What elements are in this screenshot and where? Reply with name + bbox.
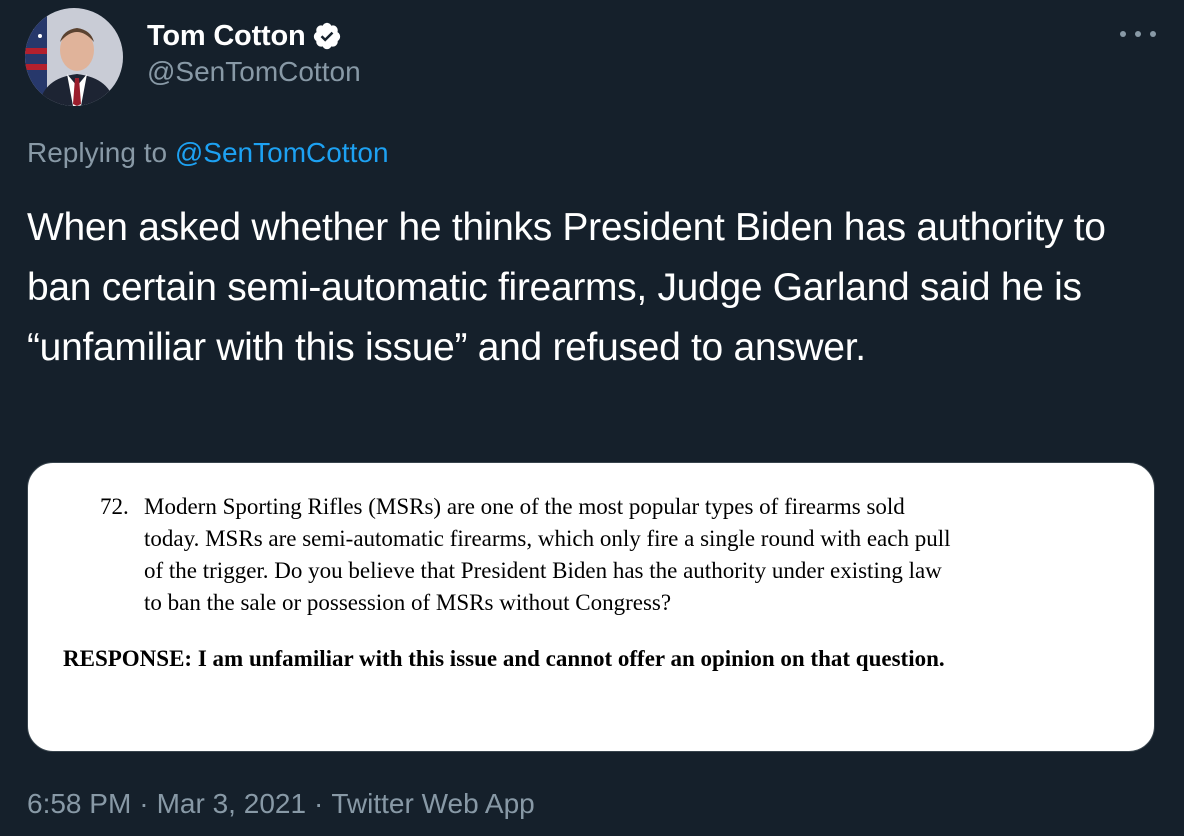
verified-badge-icon (312, 21, 342, 51)
meta-separator: · (139, 788, 149, 819)
response-text: RESPONSE: I am unfamiliar with this issu… (63, 646, 945, 671)
tweet-date[interactable]: Mar 3, 2021 (157, 788, 306, 819)
tweet-time[interactable]: 6:58 PM (27, 788, 131, 819)
question-line: of the trigger. Do you believe that Pres… (144, 558, 942, 583)
more-options-button[interactable] (1120, 22, 1156, 46)
tweet: Tom Cotton @SenTomCotton Replying to @Se… (0, 0, 1184, 836)
document-excerpt: 72. Modern Sporting Rifles (MSRs) are on… (28, 463, 1154, 751)
replying-to: Replying to @SenTomCotton (27, 137, 389, 169)
more-dot-icon (1135, 31, 1141, 37)
meta-separator: · (314, 788, 324, 819)
question-line: to ban the sale or possession of MSRs wi… (144, 590, 672, 615)
replying-to-label: Replying to (27, 137, 168, 168)
more-dot-icon (1120, 31, 1126, 37)
question-line: today. MSRs are semi-automatic firearms,… (144, 526, 951, 551)
avatar[interactable] (25, 8, 123, 106)
tweet-meta: 6:58 PM · Mar 3, 2021 · Twitter Web App (27, 788, 535, 820)
more-dot-icon (1150, 31, 1156, 37)
media-image[interactable]: 72. Modern Sporting Rifles (MSRs) are on… (27, 462, 1155, 752)
question-text: Modern Sporting Rifles (MSRs) are one of… (144, 491, 1124, 619)
author-handle[interactable]: @SenTomCotton (147, 56, 361, 88)
tweet-text: When asked whether he thinks President B… (27, 206, 1106, 369)
display-name[interactable]: Tom Cotton (147, 20, 306, 53)
author-name-row[interactable]: Tom Cotton (147, 16, 342, 56)
profile-photo-icon (25, 8, 123, 106)
question-number: 72. (100, 494, 129, 519)
reply-mention-link[interactable]: @SenTomCotton (175, 137, 389, 168)
question-line: Modern Sporting Rifles (MSRs) are one of… (144, 494, 905, 519)
tweet-source-link[interactable]: Twitter Web App (331, 788, 534, 819)
